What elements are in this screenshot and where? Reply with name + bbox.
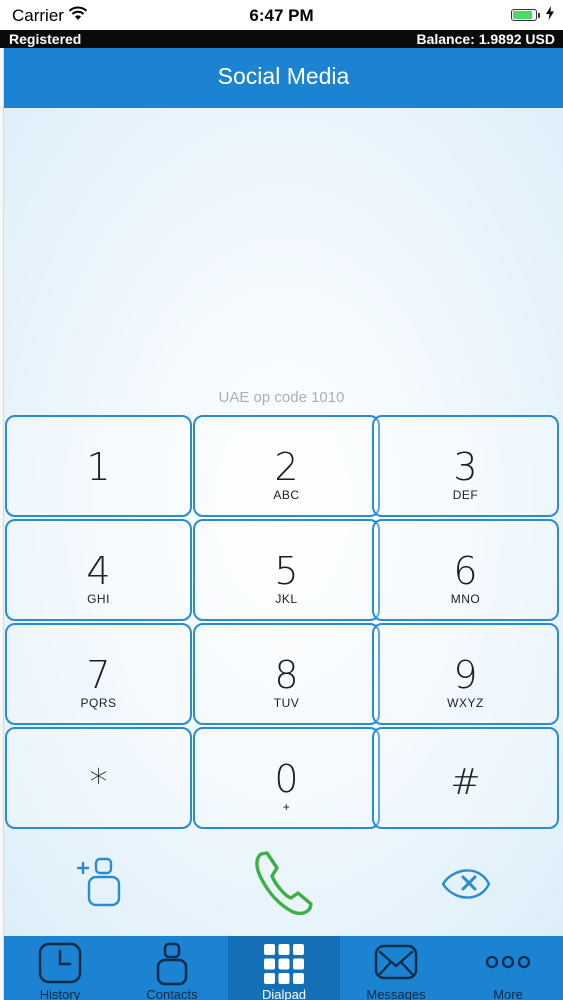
key-9[interactable]: 9 WXYZ	[372, 623, 559, 725]
key-letters: TUV	[273, 696, 300, 710]
add-contact-icon	[76, 857, 121, 907]
key-digit: 5	[274, 549, 299, 593]
page-title: Social Media	[217, 63, 350, 89]
tab-label: Contacts	[146, 987, 198, 1000]
key-letters: GHI	[87, 592, 110, 606]
tab-messages[interactable]: Messages	[340, 936, 452, 1000]
backspace-icon	[441, 869, 491, 899]
person-icon	[116, 942, 228, 991]
dial-prefix-label: UAE op code 1010	[218, 389, 345, 406]
app-screen: Carrier 6:47 PM Registered Balance: 1.98…	[0, 0, 563, 1000]
battery-icon	[511, 9, 537, 21]
key-hash[interactable]: #	[372, 727, 559, 829]
key-digit: 4	[86, 549, 111, 593]
call-button[interactable]	[253, 848, 313, 923]
key-digit: 9	[453, 653, 478, 697]
tab-bar: History Contacts Dialpad Messages More	[4, 936, 563, 1000]
add-contact-button[interactable]	[76, 856, 124, 913]
status-bar: Carrier 6:47 PM	[0, 0, 563, 30]
key-letters: +	[282, 800, 291, 814]
key-digit: 8	[274, 653, 299, 697]
clock-time: 6:47 PM	[249, 6, 314, 25]
key-digit: 3	[453, 445, 478, 489]
tab-label: Dialpad	[261, 987, 307, 1000]
tab-history[interactable]: History	[4, 936, 116, 1000]
battery-nub	[538, 13, 540, 18]
envelope-icon	[340, 942, 452, 987]
tab-label: Messages	[366, 987, 426, 1000]
key-0[interactable]: 0 +	[193, 727, 380, 829]
key-7[interactable]: 7 PQRS	[5, 623, 192, 725]
tab-label: History	[39, 987, 81, 1000]
account-balance: Balance: 1.9892 USD	[416, 31, 555, 47]
key-digit: 6	[453, 549, 478, 593]
key-letters: DEF	[452, 488, 479, 502]
tab-contacts[interactable]: Contacts	[116, 936, 228, 1000]
key-digit: #	[450, 762, 481, 803]
key-6[interactable]: 6 MNO	[372, 519, 559, 621]
key-2[interactable]: 2 ABC	[193, 415, 380, 517]
key-star[interactable]: *	[5, 727, 192, 829]
tab-label: More	[493, 987, 523, 1000]
key-digit: *	[89, 762, 108, 803]
key-digit: 1	[86, 445, 111, 489]
phone-icon	[255, 851, 313, 916]
key-4[interactable]: 4 GHI	[5, 519, 192, 621]
key-8[interactable]: 8 TUV	[193, 623, 380, 725]
charging-bolt-icon	[546, 6, 554, 25]
key-5[interactable]: 5 JKL	[193, 519, 380, 621]
registration-status: Registered	[9, 31, 82, 47]
key-digit: 2	[274, 445, 299, 489]
key-letters: ABC	[273, 488, 300, 502]
key-letters: WXYZ	[447, 696, 484, 710]
tab-dialpad[interactable]: Dialpad	[228, 936, 340, 1000]
key-1[interactable]: 1	[5, 415, 192, 517]
key-letters: MNO	[450, 592, 481, 606]
backspace-button[interactable]	[441, 862, 491, 911]
battery-level	[513, 11, 532, 19]
tab-more[interactable]: More	[452, 936, 563, 1000]
nav-header: Social Media	[4, 48, 563, 108]
registration-bar: Registered Balance: 1.9892 USD	[0, 30, 563, 48]
key-letters: PQRS	[80, 696, 117, 710]
keypad-icon	[228, 942, 340, 991]
key-letters: JKL	[275, 592, 298, 606]
more-icon	[452, 942, 563, 983]
clock-icon	[4, 942, 116, 989]
key-digit: 0	[274, 757, 299, 801]
key-3[interactable]: 3 DEF	[372, 415, 559, 517]
key-digit: 7	[86, 653, 111, 697]
